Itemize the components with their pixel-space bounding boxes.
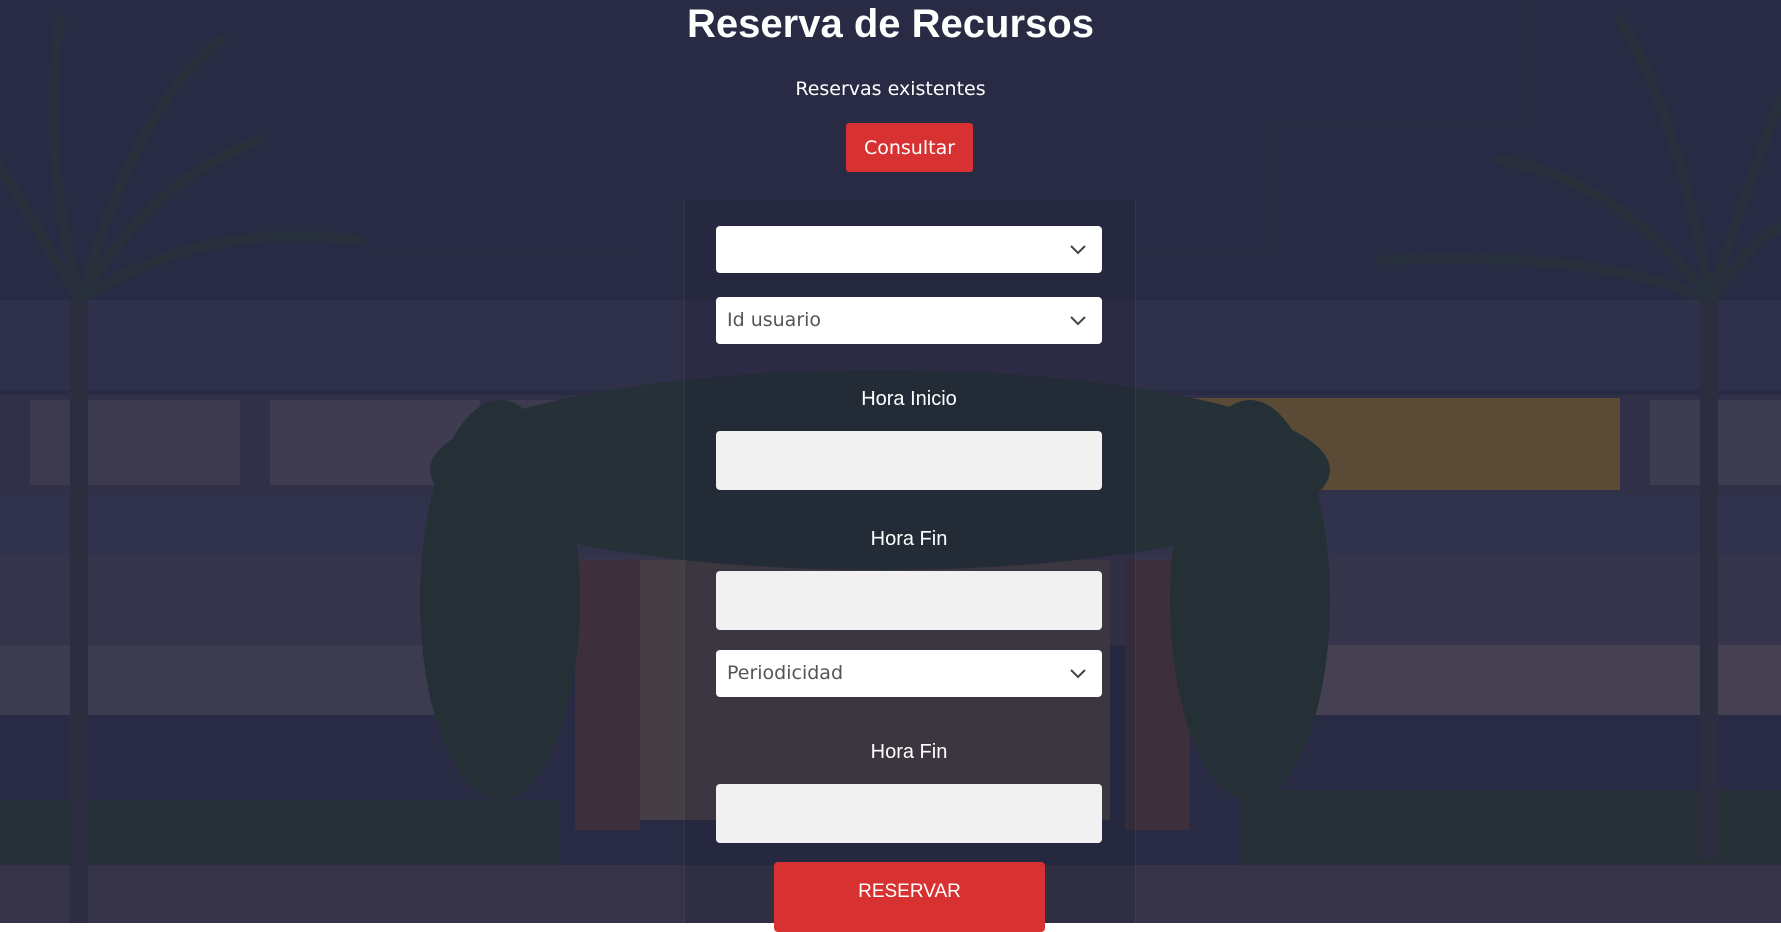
user-id-select[interactable]: Id usuario bbox=[716, 297, 1102, 344]
user-id-select-value: Id usuario bbox=[727, 309, 822, 331]
end-time-label: Hora Fin bbox=[870, 528, 948, 550]
page-content: Reserva de Recursos Reservas existentes … bbox=[0, 0, 1781, 932]
periodicity-select[interactable]: Periodicidad bbox=[716, 650, 1102, 697]
consult-button[interactable]: Consultar bbox=[846, 123, 973, 172]
existing-reservations-label: Reservas existentes bbox=[795, 78, 986, 100]
end-time-input-2[interactable] bbox=[716, 784, 1102, 843]
chevron-down-icon bbox=[1070, 669, 1086, 679]
end-time-input[interactable] bbox=[716, 571, 1102, 630]
page-title: Reserva de Recursos bbox=[687, 2, 1094, 46]
start-time-label: Hora Inicio bbox=[861, 388, 957, 410]
chevron-down-icon bbox=[1070, 316, 1086, 326]
reserve-button[interactable]: RESERVAR bbox=[774, 862, 1045, 932]
start-time-input[interactable] bbox=[716, 431, 1102, 490]
end-time-label-2: Hora Fin bbox=[870, 741, 948, 763]
chevron-down-icon bbox=[1070, 245, 1086, 255]
periodicity-select-value: Periodicidad bbox=[727, 662, 844, 684]
resource-select[interactable] bbox=[716, 226, 1102, 273]
